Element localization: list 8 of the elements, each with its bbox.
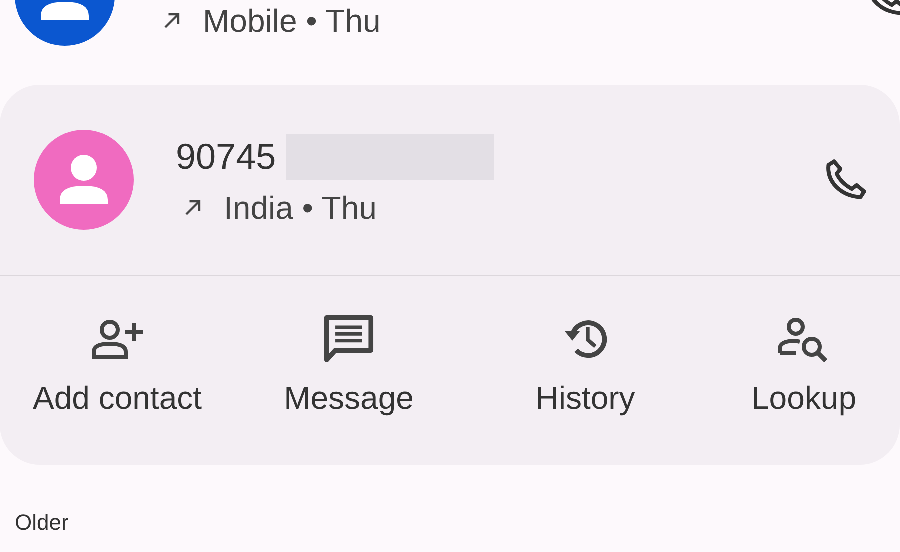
call-detail: India • Thu	[224, 190, 377, 226]
add-contact-button[interactable]: Add contact	[0, 276, 235, 465]
section-header: Older	[14, 509, 70, 536]
phone-number: 90745	[176, 136, 276, 178]
message-button[interactable]: Message	[235, 276, 463, 465]
call-detail: Mobile • Thu	[203, 2, 381, 40]
lookup-button[interactable]: Lookup	[708, 276, 900, 465]
history-button[interactable]: History	[463, 276, 708, 465]
